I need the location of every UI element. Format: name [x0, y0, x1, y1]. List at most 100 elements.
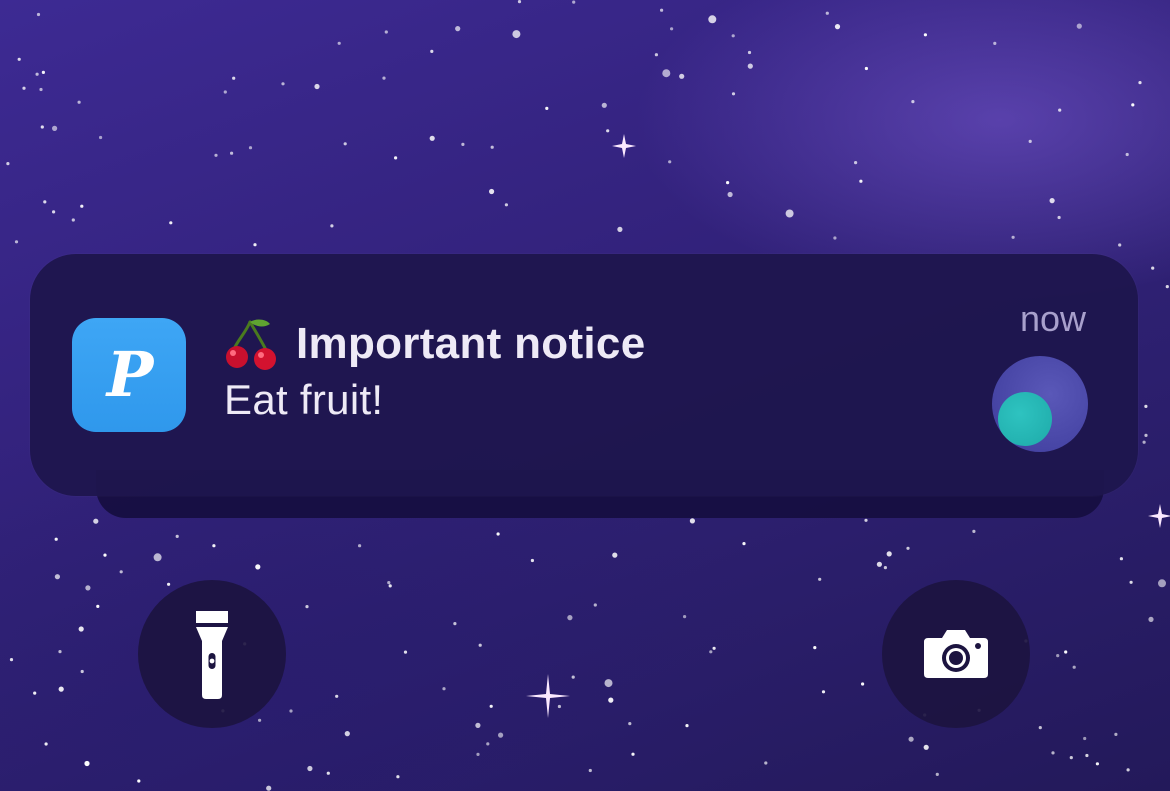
star [1151, 266, 1155, 270]
star [683, 615, 687, 619]
star [103, 553, 107, 557]
star [628, 722, 632, 726]
flashlight-button[interactable] [138, 580, 286, 728]
star [593, 603, 597, 607]
star [40, 125, 44, 129]
star [660, 8, 664, 12]
star [41, 70, 46, 74]
star [84, 760, 90, 767]
star [654, 53, 659, 57]
star [935, 772, 939, 777]
star [685, 724, 689, 728]
star [43, 200, 47, 204]
star [22, 86, 26, 90]
star [153, 553, 162, 562]
star [230, 151, 234, 155]
star [93, 518, 99, 524]
star [1158, 579, 1166, 588]
star [1142, 440, 1146, 444]
star [14, 240, 19, 244]
star [571, 675, 575, 679]
star [461, 142, 465, 146]
star [1028, 139, 1032, 143]
star [44, 742, 48, 746]
star [498, 732, 504, 738]
star [307, 765, 313, 772]
app-icon: P [72, 318, 186, 432]
star [1148, 616, 1154, 623]
star [608, 697, 614, 703]
sparkle-star [612, 134, 636, 158]
star [35, 72, 39, 76]
star [478, 643, 482, 647]
star [54, 574, 61, 580]
app-icon-letter: P [106, 338, 154, 411]
star [453, 622, 457, 626]
notification-card[interactable]: P Important notice Eat fruit! now [30, 254, 1138, 496]
star [679, 73, 685, 79]
star [834, 24, 841, 30]
star [908, 736, 914, 742]
star [731, 92, 736, 96]
star [1051, 751, 1055, 755]
star [1095, 762, 1099, 766]
star [17, 57, 21, 61]
star [382, 76, 386, 80]
star [1072, 665, 1076, 669]
star [861, 682, 865, 686]
star [709, 650, 713, 654]
star [923, 33, 928, 37]
star [517, 0, 522, 4]
star [496, 532, 500, 536]
star [876, 561, 883, 567]
star [58, 686, 64, 692]
star [813, 646, 817, 650]
star [864, 518, 868, 522]
star [864, 66, 869, 71]
star [1129, 580, 1133, 584]
star [1118, 243, 1122, 247]
cherry-icon [226, 319, 276, 370]
star [764, 761, 768, 765]
star [604, 679, 613, 688]
star [712, 646, 716, 650]
star [33, 691, 37, 695]
star [821, 690, 826, 694]
star [1058, 108, 1062, 112]
star [475, 722, 481, 729]
star [6, 162, 10, 166]
star [255, 564, 261, 570]
star [617, 226, 623, 232]
star [36, 12, 41, 17]
star [58, 650, 62, 654]
notification-title: Important notice [296, 319, 646, 368]
camera-icon [924, 630, 988, 678]
camera-button[interactable] [882, 580, 1030, 728]
star [825, 11, 829, 15]
star [337, 41, 341, 45]
star [708, 15, 717, 24]
star [54, 537, 58, 541]
star [504, 203, 508, 207]
star [489, 188, 495, 195]
star [742, 542, 746, 546]
star [99, 135, 103, 140]
star [232, 76, 236, 80]
star [71, 218, 75, 222]
star [335, 694, 339, 698]
star [429, 135, 435, 141]
star [588, 768, 592, 773]
star [601, 102, 607, 108]
star [486, 742, 490, 746]
star [1038, 726, 1042, 730]
star [175, 534, 179, 539]
sparkle-star [1148, 504, 1170, 528]
star [330, 224, 334, 228]
star [358, 544, 362, 548]
star [883, 566, 888, 570]
star [923, 744, 929, 750]
star [326, 771, 330, 775]
star [387, 581, 391, 585]
star [747, 63, 753, 69]
star [886, 551, 892, 557]
